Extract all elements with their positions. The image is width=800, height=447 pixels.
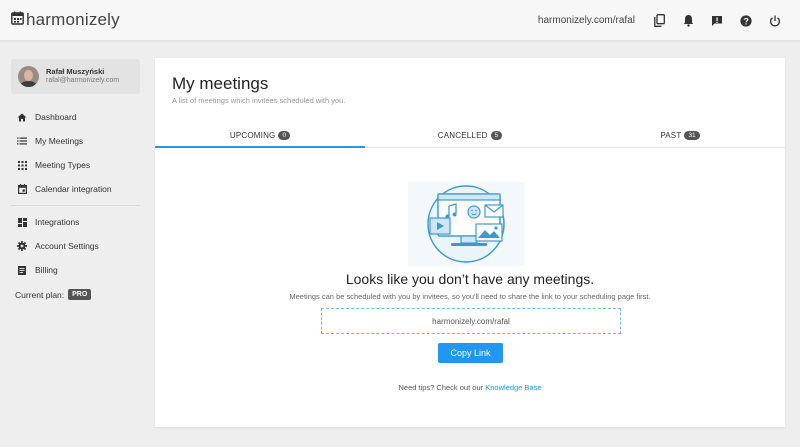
logo[interactable]: harmonizely <box>11 10 120 30</box>
dashboard-icon <box>17 217 27 227</box>
power-icon[interactable] <box>768 14 782 28</box>
plan-badge: PRO <box>68 289 92 300</box>
calendar-icon <box>17 184 27 194</box>
knowledge-base-link[interactable]: Knowledge Base <box>485 383 541 392</box>
profile-url[interactable]: harmonizely.com/rafal <box>538 15 635 26</box>
page-subtitle: A list of meetings which invitees schedu… <box>172 96 346 105</box>
top-bar: harmonizely harmonizely.com/rafal <box>0 0 800 41</box>
sidebar-item-label: Integrations <box>35 217 80 227</box>
tab-label: UPCOMING <box>229 131 276 140</box>
sidebar-item-label: Meeting Types <box>35 160 91 170</box>
sidebar-item-label: Dashboard <box>35 112 77 122</box>
sidebar-divider <box>11 205 140 206</box>
copy-link-button[interactable]: Copy Link <box>438 343 503 363</box>
scheduling-link-value: harmonizely.com/rafal <box>432 316 510 326</box>
tips-text: Need tips? Check out our Knowledge Base <box>155 383 785 392</box>
tab-count-badge: 31 <box>684 131 700 140</box>
page-title: My meetings <box>172 74 269 93</box>
sidebar-item-integrations[interactable]: Integrations <box>11 210 140 234</box>
plan-label: Current plan: <box>15 289 65 300</box>
scheduling-link-field[interactable]: harmonizely.com/rafal <box>321 308 621 334</box>
meeting-tabs: UPCOMING 0 CANCELLED 5 PAST 31 <box>155 124 785 148</box>
logo-text: harmonizely <box>26 10 120 29</box>
home-icon <box>17 112 27 122</box>
sidebar-item-label: Account Settings <box>35 241 99 251</box>
bell-icon[interactable] <box>681 14 695 28</box>
sidebar-nav: Dashboard My Meetings Meeting Types Cale… <box>11 105 140 282</box>
list-icon <box>17 136 27 146</box>
tab-label: CANCELLED <box>437 131 488 140</box>
tab-count-badge: 0 <box>278 131 291 140</box>
sidebar-item-billing[interactable]: Billing <box>11 258 140 282</box>
empty-state-title: Looks like you don’t have any meetings. <box>345 271 595 287</box>
empty-state-subtitle: Meetings can be scheduled with you by in… <box>289 292 651 301</box>
sidebar-item-calendar-integration[interactable]: Calendar integration <box>11 177 140 201</box>
sidebar-item-label: My Meetings <box>35 136 84 146</box>
tab-count-badge: 5 <box>490 131 503 140</box>
empty-state-illustration <box>408 182 524 266</box>
help-icon[interactable] <box>739 14 753 28</box>
sidebar-item-label: Billing <box>35 265 58 275</box>
feedback-icon[interactable] <box>710 14 724 28</box>
sidebar-item-account-settings[interactable]: Account Settings <box>11 234 140 258</box>
copy-icon[interactable] <box>652 14 666 28</box>
tab-upcoming[interactable]: UPCOMING 0 <box>155 124 365 148</box>
avatar <box>18 66 39 87</box>
sidebar-item-dashboard[interactable]: Dashboard <box>11 105 140 129</box>
tips-label: Need tips? Check out our <box>398 383 484 392</box>
meetings-card: My meetings A list of meetings which inv… <box>155 58 785 427</box>
tab-label: PAST <box>660 131 682 140</box>
grid-icon <box>17 160 27 170</box>
tab-past[interactable]: PAST 31 <box>575 124 785 147</box>
receipt-icon <box>17 265 27 275</box>
user-email: rafal@harmonizely.com <box>46 76 120 84</box>
calendar-icon <box>11 11 24 30</box>
sidebar-item-label: Calendar integration <box>35 184 112 194</box>
sidebar-item-my-meetings[interactable]: My Meetings <box>11 129 140 153</box>
sidebar-item-meeting-types[interactable]: Meeting Types <box>11 153 140 177</box>
tab-cancelled[interactable]: CANCELLED 5 <box>365 124 575 147</box>
user-name: Rafał Muszyński <box>46 67 105 77</box>
user-card[interactable]: Rafał Muszyński rafal@harmonizely.com <box>11 59 140 94</box>
current-plan: Current plan: PRO <box>15 289 92 300</box>
gear-icon <box>17 241 27 251</box>
